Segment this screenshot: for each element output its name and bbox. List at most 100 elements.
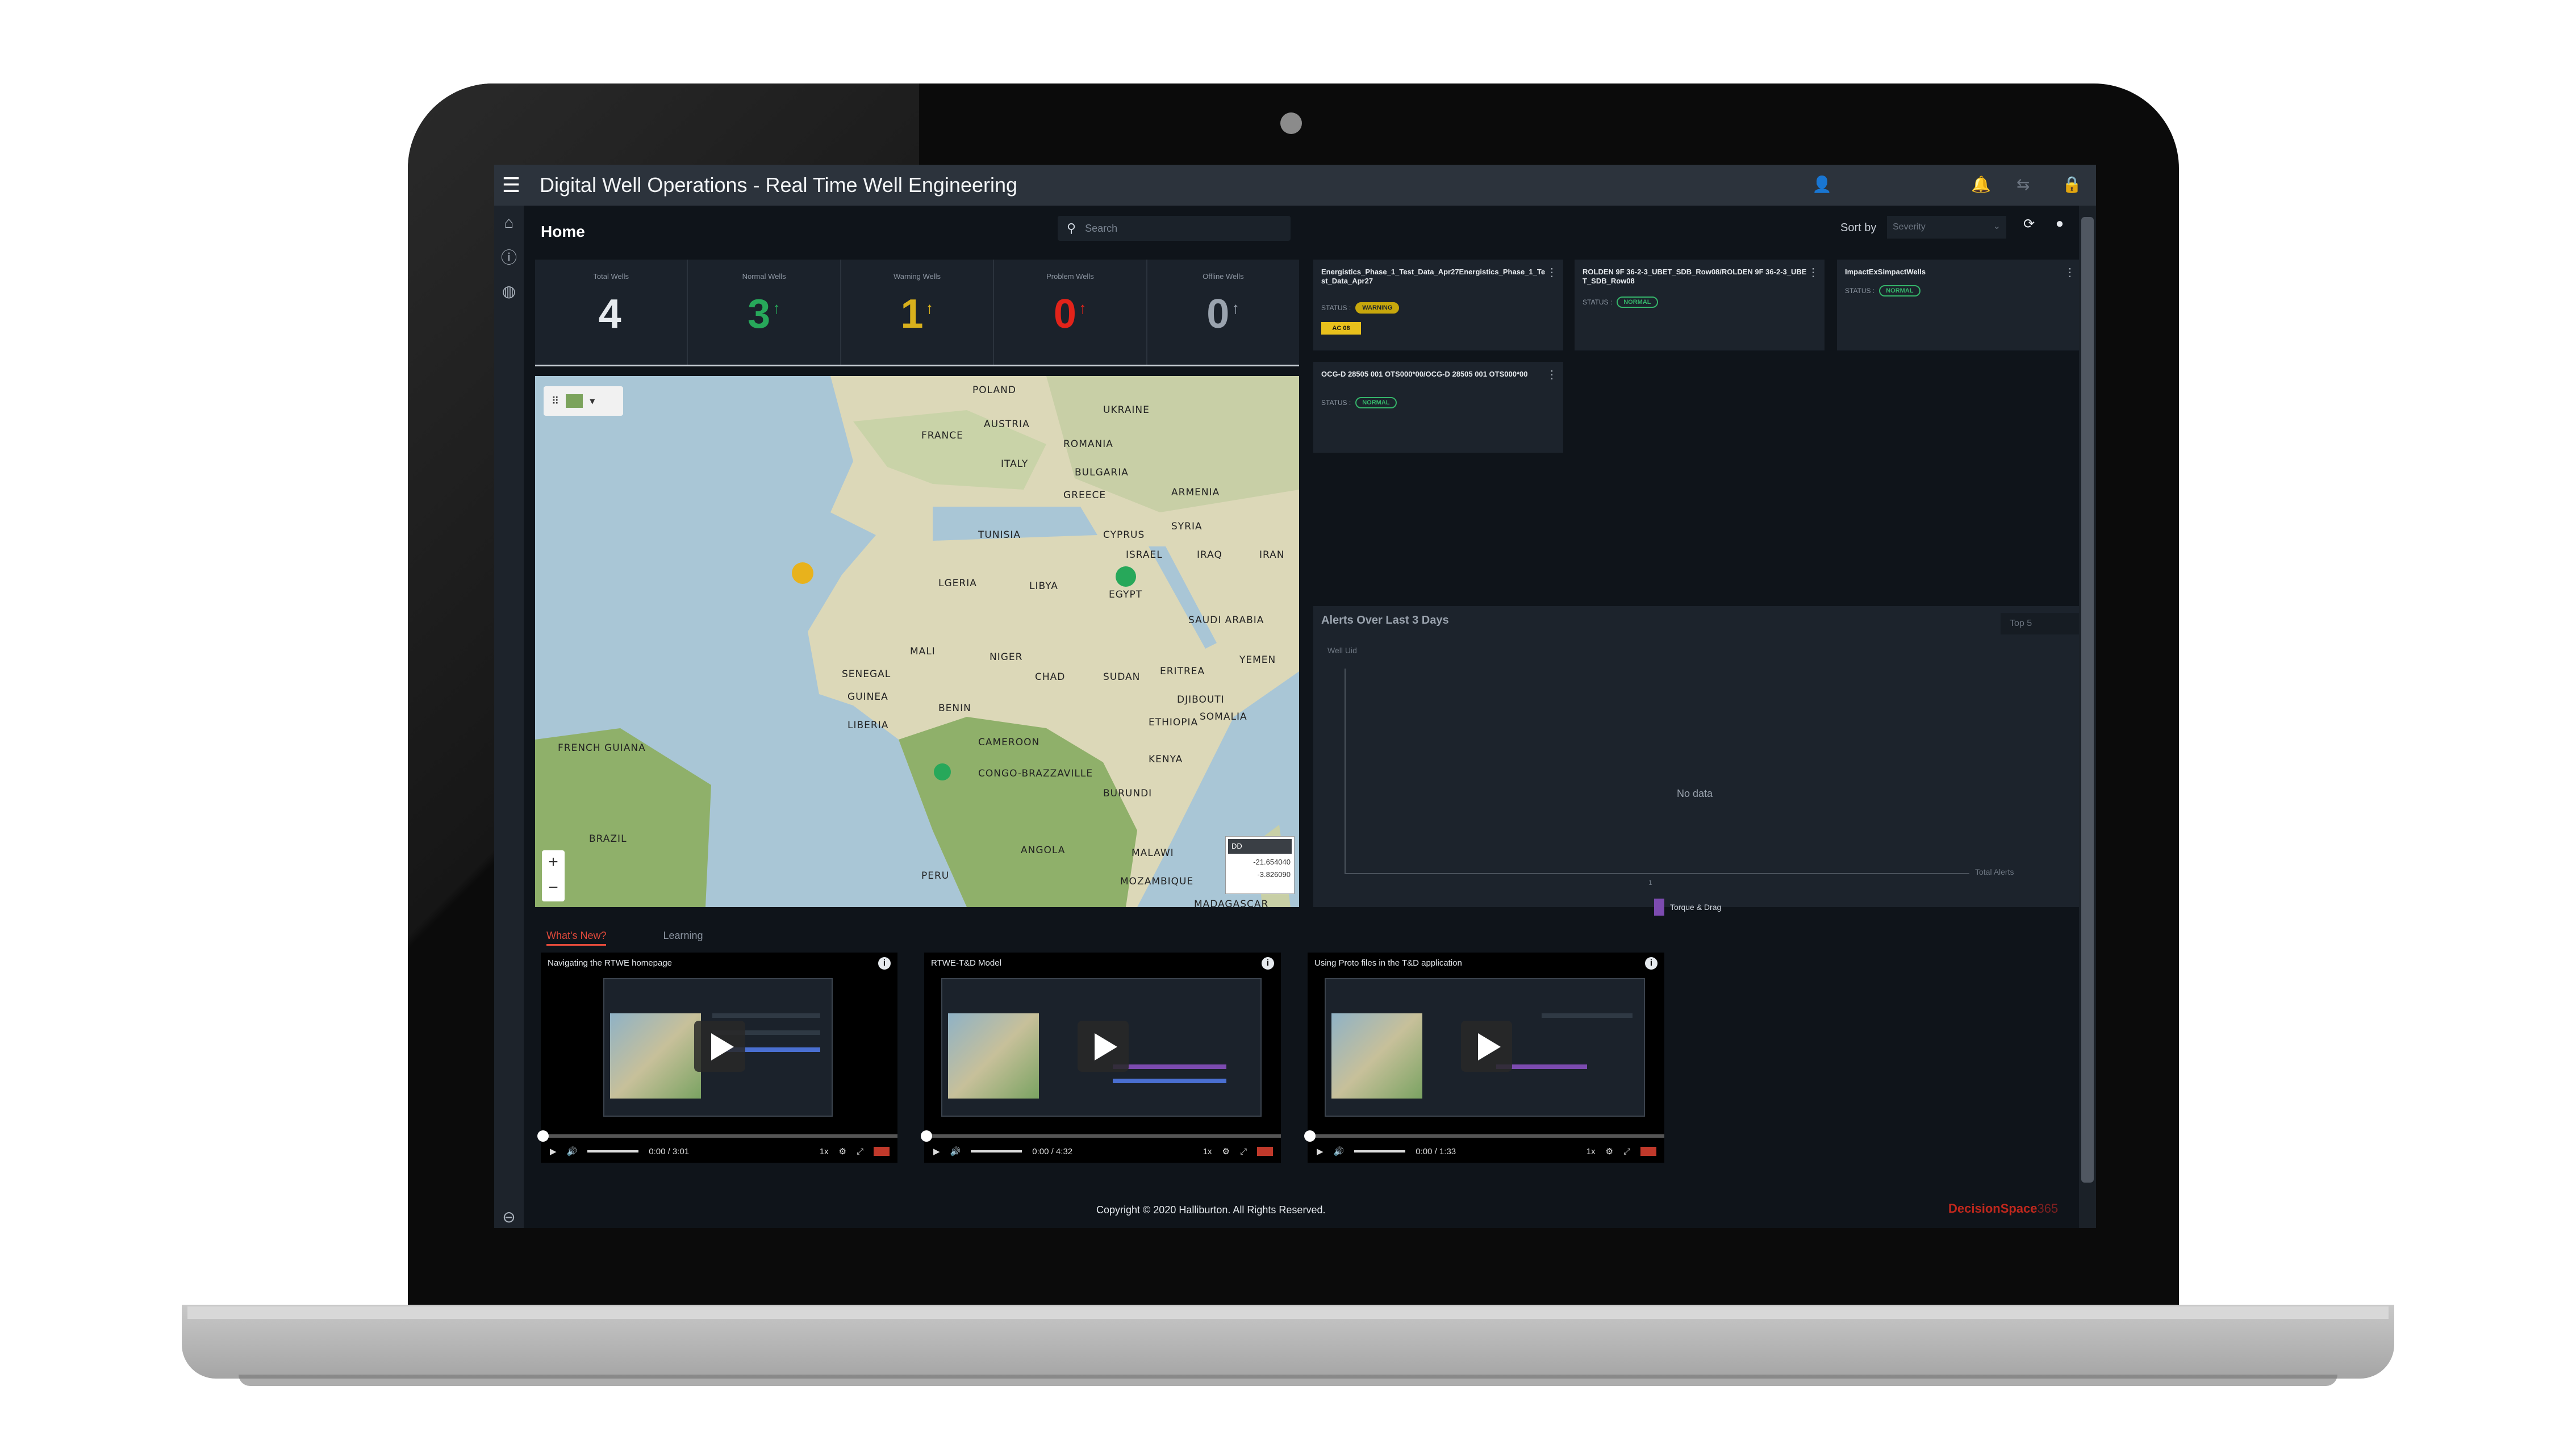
map-label: TUNISIA [978,529,1021,541]
tab-learning[interactable]: Learning [663,930,703,946]
kpi-problem-wells[interactable]: Problem Wells 0 ↑ [994,260,1147,365]
more-options-icon[interactable]: ⋮ [1807,265,1819,279]
video-player[interactable]: Navigating the RTWE homepage i ▶ 🔊 0:00 … [537,953,897,1163]
bell-icon[interactable]: 🔔 [1971,175,1991,193]
info-icon[interactable]: i [1645,957,1658,970]
search-input[interactable]: Search [1085,223,1117,235]
map-label: DJIBOUTI [1177,694,1225,705]
kpi-label: Problem Wells [1046,272,1094,281]
scrollbar[interactable] [2079,206,2096,1228]
filter-icon[interactable]: ● [2049,216,2070,236]
more-options-icon[interactable]: ⋮ [2064,265,2076,279]
volume-icon[interactable]: 🔊 [567,1146,578,1156]
status-badge: NORMAL [1879,285,1920,297]
well-card[interactable]: ImpactExSimpactWells ⋮ STATUS : NORMAL [1837,260,2081,350]
settings-icon[interactable]: ⚙ [839,1146,846,1156]
volume-icon[interactable]: 🔊 [1334,1146,1345,1156]
playback-speed[interactable]: 1x [820,1147,829,1156]
player-logo-icon[interactable] [1640,1147,1656,1156]
playback-speed[interactable]: 1x [1203,1147,1212,1156]
volume-slider[interactable] [1354,1150,1406,1152]
well-marker-normal[interactable] [934,763,951,780]
video-progress[interactable] [921,1130,1281,1142]
more-options-icon[interactable]: ⋮ [1546,368,1558,382]
map-label: FRENCH GUIANA [558,742,646,754]
volume-icon[interactable]: 🔊 [950,1146,961,1156]
well-card[interactable]: ROLDEN 9F 36-2-3_UBET_SDB_Row08/ROLDEN 9… [1575,260,1825,350]
player-logo-icon[interactable] [1257,1147,1273,1156]
zoom-out-button[interactable]: − [542,876,565,901]
app-screen: ☰ Digital Well Operations - Real Time We… [494,165,2096,1228]
well-card[interactable]: OCG-D 28505 001 OTS000*00/OCG-D 28505 00… [1313,362,1563,453]
settings-icon[interactable]: ⚙ [1606,1146,1613,1156]
kpi-value: 4 [535,291,687,337]
video-player[interactable]: Using Proto files in the T&D application… [1304,953,1664,1163]
well-marker-warning[interactable] [792,562,813,584]
kpi-panel: Total Wells 4 Normal Wells 3 ↑ Warning We… [535,260,1299,366]
coordinate-format-select[interactable]: DD [1228,839,1292,854]
x-axis-title: Total Alerts [1975,867,2014,876]
map-label: MADAGASCAR [1194,899,1269,907]
info-icon[interactable]: i [1262,957,1274,970]
kpi-warning-wells[interactable]: Warning Wells 1 ↑ [841,260,995,365]
well-card-status: STATUS : WARNING [1321,302,1400,314]
video-progress[interactable] [1304,1130,1664,1142]
x-tick-label: 1 [1648,879,1652,887]
play-overlay-button[interactable] [1461,1021,1512,1072]
well-card[interactable]: Energistics_Phase_1_Test_Data_Apr27Energ… [1313,260,1563,350]
lock-icon[interactable]: 🔒 [2062,175,2082,193]
kpi-value: 0 ↑ [1147,291,1299,337]
fullscreen-icon[interactable]: ⤢ [1623,1147,1630,1156]
well-card-status: STATUS : NORMAL [1845,285,1920,297]
play-icon[interactable]: ▶ [1317,1146,1324,1156]
home-icon[interactable]: ⌂ [494,206,524,240]
map-label: GUINEA [847,691,888,703]
chart-legend[interactable]: Torque & Drag [1654,899,1721,916]
player-logo-icon[interactable] [874,1147,890,1156]
map-label: ETHIOPIA [1149,717,1199,728]
play-overlay-button[interactable] [1078,1021,1129,1072]
refresh-icon[interactable]: ⟳ [2019,216,2039,236]
kpi-normal-wells[interactable]: Normal Wells 3 ↑ [688,260,841,365]
logout-icon[interactable]: ⊖ [494,1200,524,1228]
map-label: BENIN [938,703,971,714]
playback-speed[interactable]: 1x [1586,1147,1596,1156]
well-marker-normal[interactable] [1116,566,1136,587]
kpi-total-wells[interactable]: Total Wells 4 [535,260,688,365]
settings-icon[interactable]: ⚙ [1222,1146,1230,1156]
well-map[interactable]: ⠿ ▾ POLAND UKRAINE FRANCE AUSTRIA ROMANI… [535,376,1299,907]
user-icon[interactable]: 👤 [1812,175,1832,193]
globe-icon[interactable]: ◍ [494,274,524,308]
fullscreen-icon[interactable]: ⤢ [857,1147,863,1156]
video-player[interactable]: RTWE-T&D Model i ▶ 🔊 0:00 / 4:32 1x ⚙ ⤢ [921,953,1281,1163]
kpi-offline-wells[interactable]: Offline Wells 0 ↑ [1147,260,1299,365]
more-options-icon[interactable]: ⋮ [1546,265,1558,279]
tab-whats-new[interactable]: What's New? [546,930,607,946]
map-label: EGYPT [1109,589,1143,600]
top-n-select[interactable]: Top 5 ⌄ [2001,613,2091,634]
kpi-value: 0 ↑ [994,291,1146,337]
layer-switcher[interactable]: ⠿ ▾ [544,386,623,416]
sort-select[interactable]: Severity ⌄ [1887,216,2006,239]
video-time: 0:00 / 4:32 [1032,1146,1073,1156]
volume-slider[interactable] [971,1150,1022,1152]
map-label: IRAN [1259,549,1285,561]
arrow-up-icon: ↑ [1231,299,1240,317]
legend-swatch [1654,899,1664,916]
play-icon[interactable]: ▶ [550,1146,557,1156]
volume-slider[interactable] [587,1150,639,1152]
settings-icon[interactable]: ⇆ [2016,175,2034,193]
play-icon[interactable]: ▶ [933,1146,940,1156]
info-icon[interactable]: i [878,957,891,970]
play-overlay-button[interactable] [694,1021,745,1072]
zoom-in-button[interactable]: + [542,850,565,876]
video-progress[interactable] [537,1130,897,1142]
fullscreen-icon[interactable]: ⤢ [1240,1147,1247,1156]
alert-tag: AC 08 [1321,322,1361,335]
map-label: BRAZIL [589,833,627,845]
scrollbar-thumb[interactable] [2081,217,2094,1183]
menu-icon[interactable]: ☰ [494,173,528,197]
info-icon[interactable]: ⓘ [494,240,524,274]
brand-suffix: 365 [2037,1201,2059,1216]
search-box[interactable]: ⚲ Search [1058,216,1291,241]
